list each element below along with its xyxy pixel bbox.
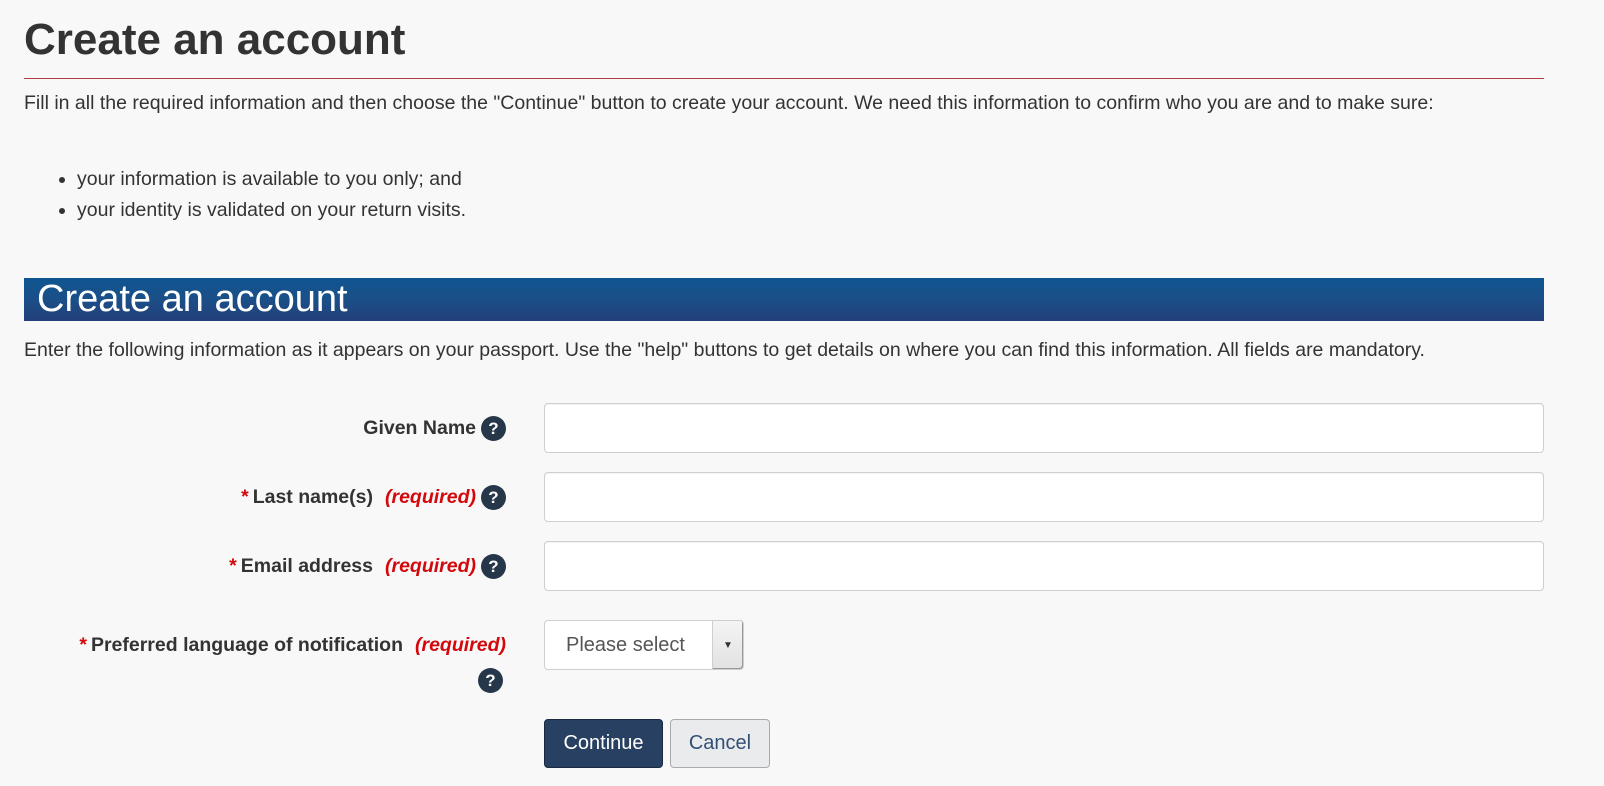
language-row: * Preferred language of notification (re… — [0, 620, 1604, 670]
intro-text: Fill in all the required information and… — [24, 92, 1434, 114]
given-name-label: Given Name ? — [363, 403, 506, 453]
language-select[interactable]: Please select ▼ — [544, 620, 744, 670]
email-input[interactable] — [544, 541, 1544, 591]
given-name-input[interactable] — [544, 403, 1544, 453]
help-icon[interactable]: ? — [481, 484, 506, 510]
required-asterisk: * — [79, 633, 87, 656]
given-name-row: Given Name ? — [0, 403, 1604, 453]
list-item: your information is available to you onl… — [77, 164, 466, 195]
required-asterisk: * — [229, 554, 237, 577]
list-item: your identity is validated on your retur… — [77, 195, 466, 226]
title-divider — [24, 78, 1544, 79]
last-name-label: * Last name(s) (required) ? — [241, 472, 506, 522]
continue-button[interactable]: Continue — [544, 719, 663, 768]
create-account-page: Create an account Fill in all the requir… — [0, 0, 1604, 786]
section-header-bar: Create an account — [24, 278, 1544, 321]
email-label: * Email address (required) ? — [229, 541, 506, 591]
cancel-button[interactable]: Cancel — [670, 719, 770, 768]
language-label-text: Preferred language of notification — [90, 633, 403, 656]
chevron-down-icon[interactable]: ▼ — [712, 621, 743, 669]
email-label-text: Email address — [240, 554, 373, 577]
last-name-row: * Last name(s) (required) ? — [0, 472, 1604, 522]
help-icon[interactable]: ? — [478, 668, 503, 693]
intro-bullet-list: your information is available to you onl… — [24, 164, 466, 226]
required-indicator: (required) — [384, 554, 476, 577]
help-icon[interactable]: ? — [481, 415, 506, 441]
last-name-label-text: Last name(s) — [252, 485, 373, 508]
section-title: Create an account — [37, 278, 348, 320]
given-name-label-text: Given Name — [363, 416, 476, 439]
required-asterisk: * — [241, 485, 249, 508]
required-indicator: (required) — [384, 485, 476, 508]
help-icon[interactable]: ? — [481, 553, 506, 579]
last-name-input[interactable] — [544, 472, 1544, 522]
language-label: * Preferred language of notification (re… — [79, 620, 506, 670]
page-title: Create an account — [24, 15, 406, 64]
language-select-value: Please select — [566, 634, 685, 656]
required-indicator: (required) — [414, 633, 506, 656]
email-row: * Email address (required) ? — [0, 541, 1604, 591]
form-instructions: Enter the following information as it ap… — [24, 339, 1425, 361]
